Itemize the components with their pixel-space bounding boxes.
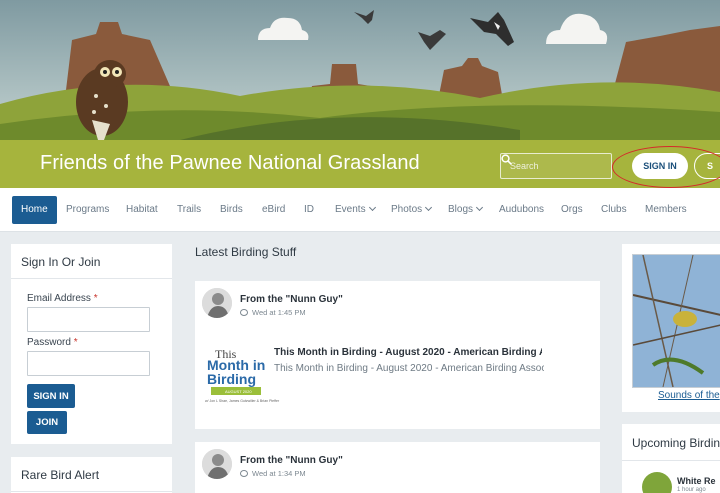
feed-post-card[interactable]: From the "Nunn Guy" Wed at 1:45 PM This …: [195, 281, 600, 429]
featured-photo[interactable]: [632, 254, 720, 388]
password-field[interactable]: [27, 351, 150, 376]
event-title[interactable]: White Re: [677, 476, 716, 486]
header-sign-up-button[interactable]: S: [694, 153, 720, 179]
post-title[interactable]: This Month in Birding - August 2020 - Am…: [274, 347, 542, 358]
sign-in-button[interactable]: SIGN IN: [27, 384, 75, 408]
nav-photos[interactable]: Photos: [382, 196, 440, 224]
photo-caption-link[interactable]: Sounds of the: [658, 390, 720, 401]
nav-blogs[interactable]: Blogs: [439, 196, 491, 224]
nav-clubs[interactable]: Clubs: [592, 196, 636, 224]
join-button[interactable]: JOIN: [27, 411, 67, 434]
comment-icon: [240, 470, 248, 477]
post-meta: Wed at 1:34 PM: [240, 469, 306, 478]
site-title[interactable]: Friends of the Pawnee National Grassland: [40, 152, 420, 175]
nav-ebird[interactable]: eBird: [253, 196, 294, 224]
nav-orgs[interactable]: Orgs: [552, 196, 592, 224]
nav-habitat[interactable]: Habitat: [117, 196, 167, 224]
thumb-badge-text: AUGUST 2020: [225, 389, 252, 394]
email-label-text: Email Address: [27, 293, 91, 304]
nav-birds[interactable]: Birds: [211, 196, 252, 224]
nav-members[interactable]: Members: [636, 196, 696, 224]
avatar[interactable]: [202, 288, 232, 318]
upcoming-panel: White Re 1 hour ago: [622, 424, 720, 493]
nav-photos-label: Photos: [391, 204, 423, 215]
chevron-down-icon: [368, 203, 376, 212]
email-label: Email Address *: [27, 293, 98, 304]
search-box[interactable]: [500, 153, 612, 179]
feed-post-card[interactable]: From the "Nunn Guy" Wed at 1:34 PM: [195, 442, 600, 493]
search-input[interactable]: [510, 161, 600, 171]
required-mark: *: [93, 293, 98, 304]
upcoming-title: Upcoming Birdin: [632, 436, 720, 450]
avatar[interactable]: [202, 449, 232, 479]
post-time: Wed at 1:45 PM: [252, 308, 306, 317]
feed-title: Latest Birding Stuff: [195, 245, 297, 259]
chevron-down-icon: [475, 203, 484, 212]
sign-in-panel-title: Sign In Or Join: [21, 255, 101, 269]
event-time: 1 hour ago: [677, 487, 706, 493]
comment-icon: [240, 309, 248, 316]
password-label-text: Password: [27, 337, 71, 348]
nav-id[interactable]: ID: [295, 196, 323, 224]
thumb-badge: AUGUST 2020: [211, 387, 261, 395]
password-label: Password *: [27, 337, 78, 348]
rare-bird-title: Rare Bird Alert: [21, 468, 100, 482]
chevron-down-icon: [425, 203, 433, 212]
sign-in-panel: Sign In Or Join Email Address * Password…: [11, 244, 172, 444]
thumb-text-3: Birding: [207, 371, 256, 387]
nav-events-label: Events: [335, 204, 366, 215]
author-photo-icon: [202, 449, 232, 479]
post-thumbnail[interactable]: This Month in Birding AUGUST 2020 w/ Jon…: [205, 343, 279, 407]
nav-blogs-label: Blogs: [448, 204, 474, 215]
post-author[interactable]: From the "Nunn Guy": [240, 455, 343, 466]
nav-audubons[interactable]: Audubons: [490, 196, 553, 224]
divider: [622, 460, 720, 461]
email-field[interactable]: [27, 307, 150, 332]
site-banner: Friends of the Pawnee National Grassland…: [0, 0, 720, 188]
divider: [11, 278, 172, 279]
author-photo-icon: [202, 288, 232, 318]
header-sign-in-button[interactable]: SIGN IN: [632, 153, 688, 179]
search-icon: [501, 154, 512, 165]
thumb-caption: w/ Jon L Shae, James Gutzwiller & Brian …: [205, 399, 280, 403]
bird-photo: [632, 254, 720, 388]
event-thumbnail[interactable]: [642, 472, 672, 493]
nav-home[interactable]: Home: [12, 196, 57, 224]
post-meta: Wed at 1:45 PM: [240, 308, 306, 317]
post-author[interactable]: From the "Nunn Guy": [240, 294, 343, 305]
nav-programs[interactable]: Programs: [57, 196, 118, 224]
nav-events[interactable]: Events: [326, 196, 384, 224]
divider: [11, 491, 172, 492]
post-subtitle: This Month in Birding - August 2020 - Am…: [274, 363, 544, 374]
main-nav: Home Programs Habitat Trails Birds eBird…: [0, 188, 720, 232]
nav-trails[interactable]: Trails: [168, 196, 210, 224]
required-mark: *: [73, 337, 78, 348]
post-time: Wed at 1:34 PM: [252, 469, 306, 478]
rare-bird-panel: Rare Bird Alert: [11, 457, 172, 493]
